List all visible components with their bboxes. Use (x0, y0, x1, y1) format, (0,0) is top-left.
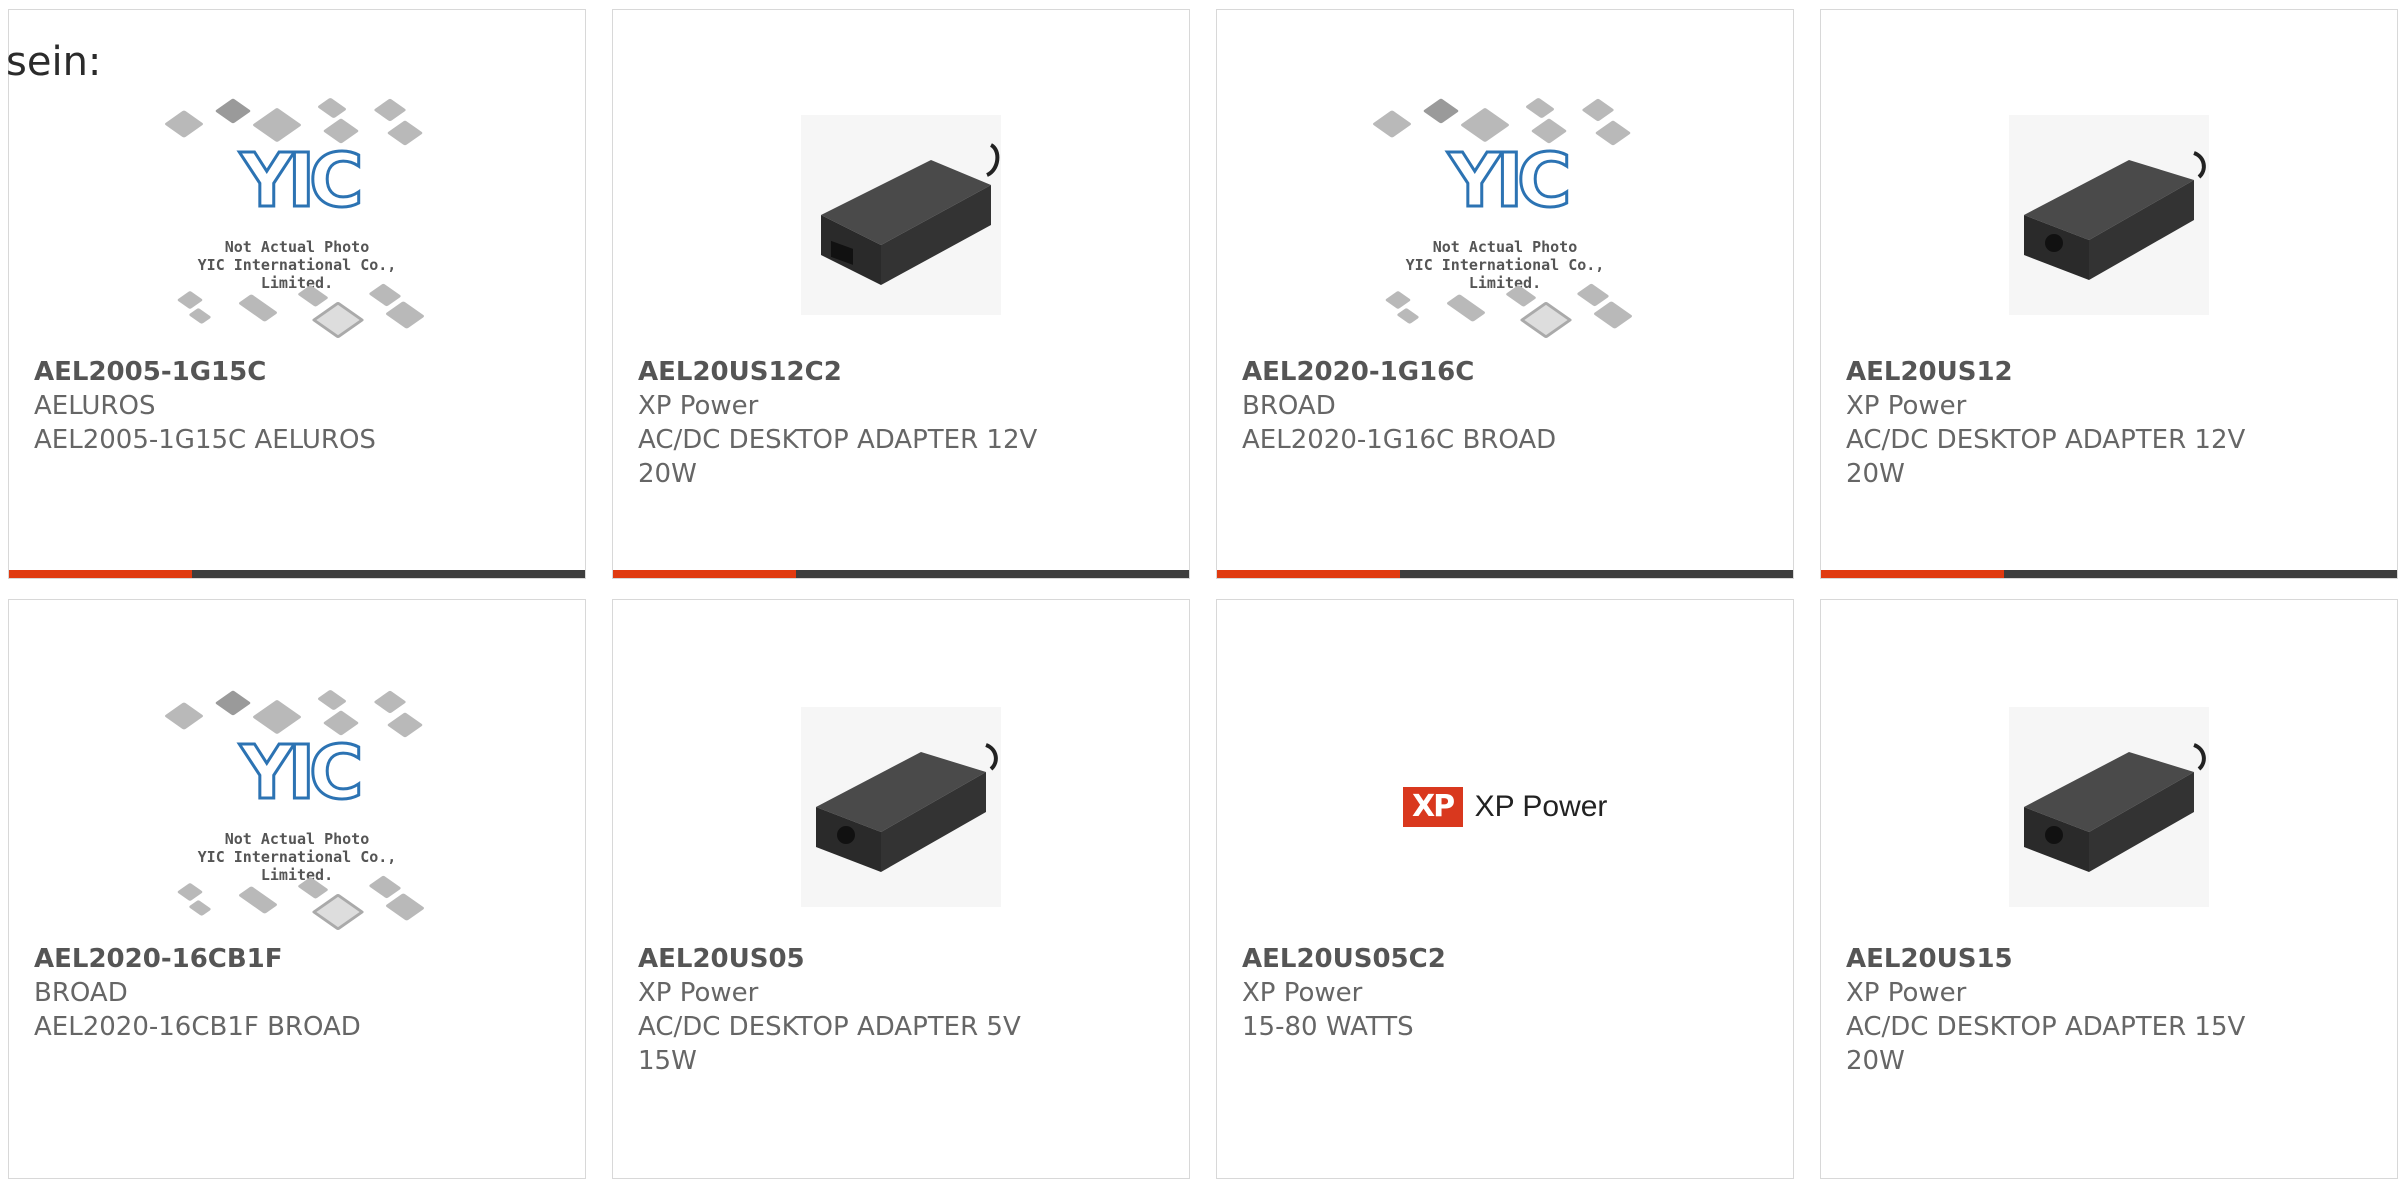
manufacturer: XP Power (638, 978, 759, 1008)
power-adapter-image (2009, 707, 2209, 907)
card-bar (1217, 570, 1793, 578)
manufacturer: BROAD (34, 978, 128, 1008)
yic-logo: YIC (239, 138, 365, 224)
product-image[interactable] (613, 672, 1189, 942)
manufacturer: XP Power (1846, 391, 1967, 421)
power-adapter-image (2009, 115, 2209, 315)
placeholder-image: YIC Not Actual Photo YIC International C… (162, 90, 432, 340)
page-heading: sein: (6, 39, 102, 85)
description: AC/DC DESKTOP ADAPTER 5V 15W (638, 1012, 1021, 1076)
product-card[interactable]: AEL20US05 XP Power AC/DC DESKTOP ADAPTER… (612, 599, 1190, 1179)
part-number-link[interactable]: AEL20US12 (1846, 355, 2377, 389)
product-card[interactable]: AEL20US15 XP Power AC/DC DESKTOP ADAPTER… (1820, 599, 2398, 1179)
description: AEL2020-16CB1F BROAD (34, 1012, 361, 1042)
placeholder-caption: YIC International Co., Limited. (1405, 256, 1605, 292)
product-image[interactable] (1821, 672, 2397, 942)
description: 15-80 WATTS (1242, 1012, 1414, 1042)
part-number-link[interactable]: AEL2005-1G15C (34, 355, 565, 389)
xp-logo-text: XP Power (1474, 790, 1608, 823)
part-number-link[interactable]: AEL20US12C2 (638, 355, 1169, 389)
manufacturer: XP Power (1846, 978, 1967, 1008)
part-number-link[interactable]: AEL20US05C2 (1242, 942, 1773, 976)
product-card[interactable]: YIC Not Actual Photo YIC International C… (8, 9, 586, 579)
placeholder-caption: Not Actual Photo (1432, 238, 1578, 256)
placeholder-image: YIC Not Actual Photo YIC International C… (162, 682, 432, 932)
placeholder-caption: YIC International Co., Limited. (197, 256, 397, 292)
placeholder-caption: YIC International Co., Limited. (197, 848, 397, 884)
product-card[interactable]: YIC Not Actual Photo YIC International C… (8, 599, 586, 1179)
description: AC/DC DESKTOP ADAPTER 15V 20W (1846, 1012, 2246, 1076)
xp-logo-mark: XP (1402, 787, 1463, 827)
product-card[interactable]: AEL20US12C2 XP Power AC/DC DESKTOP ADAPT… (612, 9, 1190, 579)
card-bar (613, 570, 1189, 578)
product-image[interactable] (613, 80, 1189, 350)
placeholder-image: YIC Not Actual Photo YIC International C… (1370, 90, 1640, 340)
part-number-link[interactable]: AEL2020-1G16C (1242, 355, 1773, 389)
manufacturer: BROAD (1242, 391, 1336, 421)
manufacturer: AELUROS (34, 391, 156, 421)
description: AC/DC DESKTOP ADAPTER 12V 20W (638, 425, 1038, 489)
part-number-link[interactable]: AEL20US05 (638, 942, 1169, 976)
description: AC/DC DESKTOP ADAPTER 12V 20W (1846, 425, 2246, 489)
manufacturer: XP Power (1242, 978, 1363, 1008)
placeholder-caption: Not Actual Photo (224, 830, 370, 848)
yic-logo: YIC (1447, 138, 1573, 224)
product-image[interactable]: YIC Not Actual Photo YIC International C… (9, 80, 585, 350)
power-adapter-image (801, 115, 1001, 315)
product-image[interactable]: YIC Not Actual Photo YIC International C… (1217, 80, 1793, 350)
product-card[interactable]: XP XP Power AEL20US05C2 XP Power 15-80 W… (1216, 599, 1794, 1179)
product-card[interactable]: AEL20US12 XP Power AC/DC DESKTOP ADAPTER… (1820, 9, 2398, 579)
product-image[interactable] (1821, 80, 2397, 350)
product-card[interactable]: YIC Not Actual Photo YIC International C… (1216, 9, 1794, 579)
product-image[interactable]: YIC Not Actual Photo YIC International C… (9, 672, 585, 942)
product-image[interactable]: XP XP Power (1217, 672, 1793, 942)
card-bar (1821, 570, 2397, 578)
part-number-link[interactable]: AEL20US15 (1846, 942, 2377, 976)
description: AEL2020-1G16C BROAD (1242, 425, 1557, 455)
yic-logo: YIC (239, 730, 365, 816)
power-adapter-image (801, 707, 1001, 907)
placeholder-caption: Not Actual Photo (224, 238, 370, 256)
manufacturer: XP Power (638, 391, 759, 421)
part-number-link[interactable]: AEL2020-16CB1F (34, 942, 565, 976)
xp-power-logo: XP XP Power (1402, 787, 1608, 827)
card-bar (9, 570, 585, 578)
description: AEL2005-1G15C AELUROS (34, 425, 376, 455)
